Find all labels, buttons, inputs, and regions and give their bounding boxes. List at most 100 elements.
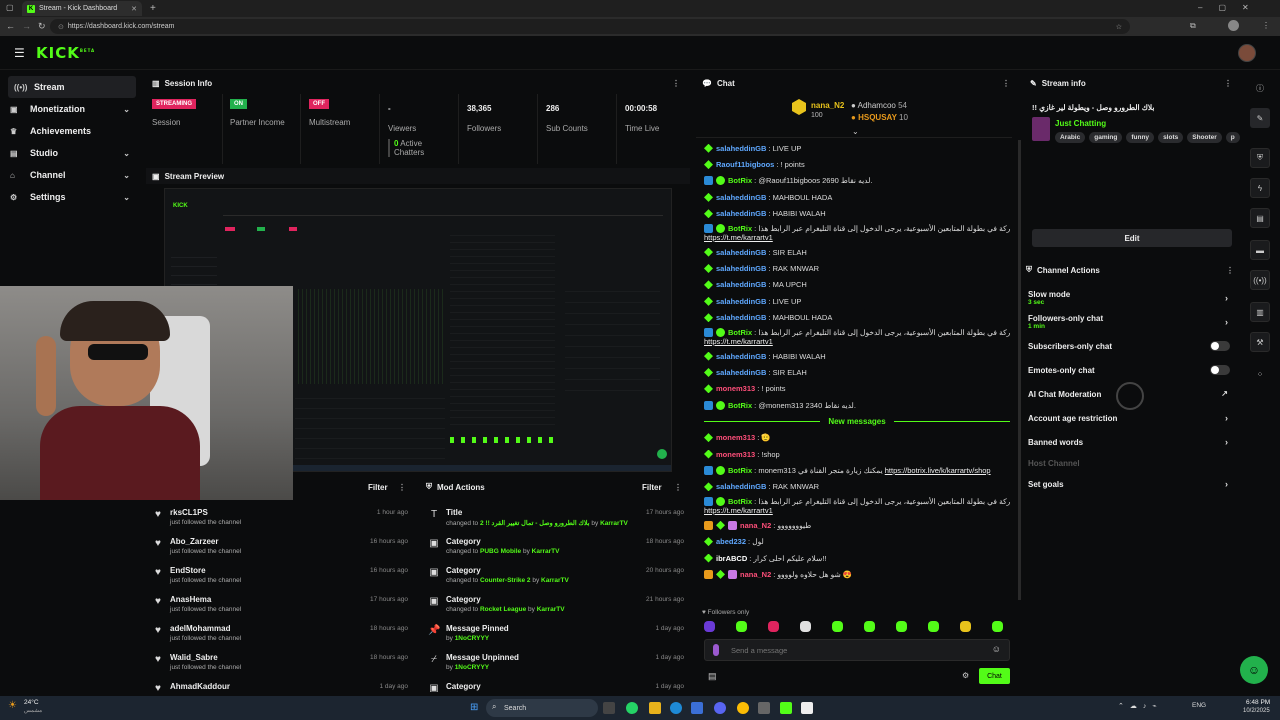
browser-menu-icon[interactable]: ⋮: [1262, 21, 1270, 30]
moderator-name[interactable]: 1NoCRYYY: [455, 664, 489, 671]
emote-icon[interactable]: [992, 621, 1003, 632]
chat-username[interactable]: nana_N2: [740, 521, 771, 530]
emoji-icon[interactable]: ☺: [992, 644, 1001, 654]
chat-message[interactable]: salaheddinGB: RAK MNWAR: [704, 260, 1010, 276]
chat-message[interactable]: salaheddinGB: HABIBI WALAH: [704, 348, 1010, 364]
close-tab-icon[interactable]: ✕: [131, 5, 137, 13]
gear-icon[interactable]: ⚙: [962, 671, 969, 680]
chat-username[interactable]: monem313: [716, 433, 755, 442]
chat-message[interactable]: BotRix: @monem313 2340 لديه نقاط.: [704, 397, 1010, 413]
chrome-icon[interactable]: [737, 702, 749, 714]
emote-icon[interactable]: [864, 621, 875, 632]
chat-message[interactable]: ibrABCD: سلام عليكم احلى كرار!!: [704, 550, 1010, 566]
forward-icon[interactable]: →: [22, 21, 31, 31]
store-icon[interactable]: [691, 702, 703, 714]
chat-username[interactable]: BotRix: [728, 224, 752, 233]
emote-icon[interactable]: [704, 621, 715, 632]
language-indicator[interactable]: ENG: [1192, 702, 1206, 709]
tag[interactable]: Arabic: [1055, 132, 1086, 143]
apps-icon[interactable]: ⁘: [1250, 364, 1270, 384]
tag[interactable]: funny: [1126, 132, 1155, 143]
chat-input-box[interactable]: ☺: [704, 639, 1010, 661]
chat-message[interactable]: monem313: 🫡: [704, 429, 1010, 445]
chat-username[interactable]: salaheddinGB: [716, 352, 766, 361]
chat-message[interactable]: monem313: ! points: [704, 381, 1010, 397]
task-view-icon[interactable]: [603, 702, 615, 714]
chat-bubble-icon[interactable]: ▬: [1250, 240, 1270, 260]
lightning-icon[interactable]: ϟ: [1250, 178, 1270, 198]
chat-username[interactable]: salaheddinGB: [716, 144, 766, 153]
chat-username[interactable]: BotRix: [728, 466, 752, 475]
chat-username[interactable]: BotRix: [728, 176, 752, 185]
edit-stream-info-button[interactable]: Edit: [1032, 229, 1232, 247]
settings-app-icon[interactable]: [758, 702, 770, 714]
tag[interactable]: gaming: [1089, 132, 1123, 143]
mod-action-row[interactable]: ⌿ Message Unpinned by 1NoCRYYY 1 day ago: [422, 650, 690, 679]
file-explorer-icon[interactable]: [649, 702, 661, 714]
follow-event-row[interactable]: ♥ EndStore just followed the channel 16 hou…: [146, 563, 414, 592]
moderator-name[interactable]: KarrarTV: [532, 548, 560, 555]
follow-event-row[interactable]: ♥ adelMohammad just followed the channel 18…: [146, 621, 414, 650]
mod-action-row[interactable]: ▣ Category changed to PUBG Mobile by Karra…: [422, 534, 690, 563]
follower-name[interactable]: Abo_Zarzeer: [170, 537, 218, 546]
mod-action-row[interactable]: ▣ Category 1 day ago: [422, 679, 690, 692]
moderator-name[interactable]: KarrarTV: [537, 606, 565, 613]
follow-event-row[interactable]: ♥ Walid_Sabre just followed the channel 18 …: [146, 650, 414, 679]
chat-link[interactable]: https://t.me/karrartv1: [704, 337, 773, 346]
weather-temp[interactable]: 24°C: [24, 699, 39, 706]
chat-message[interactable]: salaheddinGB: LIVE UP: [704, 293, 1010, 309]
emote-icon[interactable]: [960, 621, 971, 632]
chat-username[interactable]: salaheddinGB: [716, 280, 766, 289]
chat-message[interactable]: BotRix: للمشاركة في بطولة المتابعين الأس…: [704, 326, 1010, 348]
chat-username[interactable]: BotRix: [728, 328, 752, 337]
emote-icon[interactable]: [768, 621, 779, 632]
window-controls[interactable]: –▢✕: [1198, 3, 1265, 12]
site-info-icon[interactable]: ⊙: [58, 23, 64, 31]
more-options-icon[interactable]: ⋮: [1224, 79, 1232, 88]
channel-action-item[interactable]: Slow mode 3 sec ›: [1020, 286, 1242, 310]
more-options-icon[interactable]: ⋮: [672, 79, 680, 88]
mod-action-row[interactable]: ▣ Category changed to Rocket League by Kar…: [422, 592, 690, 621]
chat-username[interactable]: salaheddinGB: [716, 248, 766, 257]
broadcast-icon[interactable]: ((•)): [1250, 270, 1270, 290]
send-chat-button[interactable]: Chat: [979, 668, 1010, 684]
shield-icon[interactable]: ⛨: [1250, 148, 1270, 168]
follower-name[interactable]: Walid_Sabre: [170, 653, 218, 662]
help-chat-button[interactable]: ☺: [1240, 656, 1268, 684]
chat-username[interactable]: Raouf11bigboos: [716, 160, 774, 169]
chat-message[interactable]: Raouf11bigboos: ! points: [704, 156, 1010, 172]
toggle-switch[interactable]: [1210, 341, 1230, 351]
windows-start-icon[interactable]: ⊞: [470, 702, 478, 713]
more-options-icon[interactable]: ⋮: [1002, 79, 1010, 88]
whatsapp-icon[interactable]: [626, 702, 638, 714]
follow-event-row[interactable]: ♥ rksCL1PS just followed the channel 1 hour…: [146, 505, 414, 534]
chat-message[interactable]: salaheddinGB: RAK MNWAR: [704, 479, 1010, 495]
chat-username[interactable]: monem313: [716, 450, 755, 459]
chat-username[interactable]: salaheddinGB: [716, 368, 766, 377]
extensions-icon[interactable]: ⧉: [1190, 21, 1196, 31]
filter-button[interactable]: Filter: [642, 483, 662, 492]
toggle-switch[interactable]: [1210, 365, 1230, 375]
edit-pen-icon[interactable]: ✎: [1250, 108, 1270, 128]
sidebar-item-monetization[interactable]: ▣ Monetization ⌄: [0, 98, 140, 120]
channel-action-item[interactable]: Set goals ›: [1020, 472, 1242, 496]
channel-action-item[interactable]: Host Channel: [1020, 454, 1242, 472]
chat-username[interactable]: abed232: [716, 537, 746, 546]
new-tab-button[interactable]: +: [150, 3, 156, 14]
mod-action-row[interactable]: T Title changed to 2 !! بلاك الطرورو وصل -…: [422, 505, 690, 534]
document-icon[interactable]: ▤: [1250, 208, 1270, 228]
taskbar-search[interactable]: ⌕ Search: [486, 699, 598, 717]
moderator-name[interactable]: KarrarTV: [541, 577, 569, 584]
leaderboard-name[interactable]: HSQUSAY: [858, 113, 897, 122]
user-avatar[interactable]: [1238, 44, 1256, 62]
chat-username[interactable]: salaheddinGB: [716, 297, 766, 306]
follower-name[interactable]: AhmadKaddour: [170, 682, 230, 691]
chat-message[interactable]: salaheddinGB: MAHBOUL HADA: [704, 189, 1010, 205]
reload-icon[interactable]: ↻: [38, 21, 46, 32]
sidebar-item-channel[interactable]: ⌂ Channel ⌄: [0, 164, 140, 186]
follow-event-row[interactable]: ♥ AhmadKaddour 1 day ago: [146, 679, 414, 692]
filter-button[interactable]: Filter: [368, 483, 388, 492]
chat-username[interactable]: salaheddinGB: [716, 193, 766, 202]
mod-action-row[interactable]: ▣ Category changed to Counter-Strike 2 by …: [422, 563, 690, 592]
discord-icon[interactable]: [714, 702, 726, 714]
